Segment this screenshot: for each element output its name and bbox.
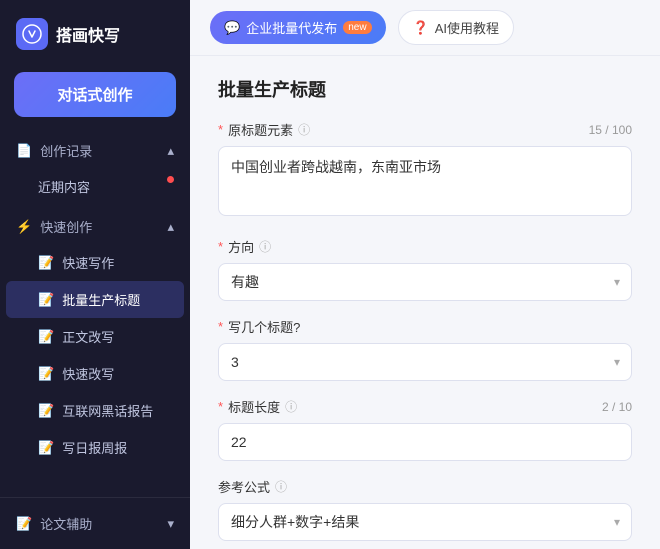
required-star: * [218, 122, 223, 137]
form-group-formula: 参考公式 ⓘ 细分人群+数字+结果 问题+解决方案 数字+干货 对比+反差 ▾ [218, 477, 632, 541]
file-icon: 📄 [16, 143, 32, 159]
chevron-down-icon: ▾ [167, 516, 174, 532]
form-group-original: * 原标题元素 ⓘ 15 / 100 [218, 120, 632, 221]
logo-text: 搭画快写 [56, 22, 120, 46]
batch-title-icon: 📝 [38, 292, 54, 308]
batch-publish-label: 企业批量代发布 [246, 18, 337, 37]
section-label-quick: 快速创作 [40, 217, 92, 236]
daily-report-label: 写日报周报 [62, 438, 127, 457]
form-group-count: * 写几个标题? 1 2 3 5 10 ▾ [218, 317, 632, 381]
question-icon: ❓ [413, 20, 429, 36]
direction-info-icon: ⓘ [259, 238, 271, 255]
original-info-icon: ⓘ [298, 121, 310, 138]
thesis-label: 论文辅助 [40, 514, 92, 533]
direction-select-wrap: 有趣 严肃 情感 新闻 ▾ [218, 263, 632, 301]
notification-dot [167, 176, 174, 183]
count-field-label: 写几个标题? [228, 317, 300, 336]
length-counter: 2 / 10 [602, 400, 632, 414]
direction-required-star: * [218, 239, 223, 254]
dialog-create-button[interactable]: 对话式创作 [14, 72, 176, 117]
section-header-thesis[interactable]: 📝 论文辅助 ▾ [0, 506, 190, 541]
section-header-quick-create[interactable]: ⚡ 快速创作 ▴ [0, 209, 190, 244]
sidebar-item-rewrite[interactable]: 📝 正文改写 [6, 318, 184, 355]
sidebar-item-quick-copy[interactable]: 📝 快速改写 [6, 355, 184, 392]
chevron-up-icon: ▴ [167, 143, 174, 159]
length-required-star: * [218, 399, 223, 414]
logo: 搭画快写 [0, 0, 190, 64]
count-select[interactable]: 1 2 3 5 10 [218, 343, 632, 381]
direction-select[interactable]: 有趣 严肃 情感 新闻 [218, 263, 632, 301]
form-group-length: * 标题长度 ⓘ 2 / 10 [218, 397, 632, 461]
main-content: 💬 企业批量代发布 new ❓ AI使用教程 批量生产标题 * 原标题元素 ⓘ … [190, 0, 660, 549]
length-input[interactable] [218, 423, 632, 461]
formula-label: 参考公式 ⓘ [218, 477, 632, 496]
sidebar-item-recent-content[interactable]: 近期内容 [6, 168, 184, 205]
sidebar-item-quick-write[interactable]: 📝 快速写作 [6, 244, 184, 281]
internet-report-icon: 📝 [38, 403, 54, 419]
sidebar-item-internet-report[interactable]: 📝 互联网黑话报告 [6, 392, 184, 429]
form-group-direction: * 方向 ⓘ 有趣 严肃 情感 新闻 ▾ [218, 237, 632, 301]
length-field-label: 标题长度 [228, 397, 280, 416]
direction-field-label: 方向 [228, 237, 254, 256]
ai-tutorial-button[interactable]: ❓ AI使用教程 [398, 10, 514, 45]
daily-report-icon: 📝 [38, 440, 54, 456]
count-required-star: * [218, 319, 223, 334]
batch-publish-button[interactable]: 💬 企业批量代发布 new [210, 11, 386, 44]
formula-select-wrap: 细分人群+数字+结果 问题+解决方案 数字+干货 对比+反差 ▾ [218, 503, 632, 541]
rewrite-label: 正文改写 [62, 327, 114, 346]
formula-select[interactable]: 细分人群+数字+结果 问题+解决方案 数字+干货 对比+反差 [218, 503, 632, 541]
logo-icon [16, 18, 48, 50]
new-badge: new [343, 21, 371, 34]
original-field-label: 原标题元素 [228, 120, 293, 139]
length-label: * 标题长度 ⓘ 2 / 10 [218, 397, 632, 416]
section-quick-create: ⚡ 快速创作 ▴ 📝 快速写作 📝 批量生产标题 📝 正文改写 📝 快速改写 📝… [0, 209, 190, 470]
count-label: * 写几个标题? [218, 317, 632, 336]
thesis-icon: 📝 [16, 516, 32, 532]
recent-content-label: 近期内容 [38, 177, 90, 196]
original-counter: 15 / 100 [589, 123, 632, 137]
sidebar-item-daily-report[interactable]: 📝 写日报周报 [6, 429, 184, 466]
section-thesis: 📝 论文辅助 ▾ [0, 497, 190, 549]
batch-title-label: 批量生产标题 [62, 290, 140, 309]
rewrite-icon: 📝 [38, 329, 54, 345]
form-area: 批量生产标题 * 原标题元素 ⓘ 15 / 100 * 方向 ⓘ 有趣 严肃 [190, 56, 660, 549]
internet-report-label: 互联网黑话报告 [62, 401, 153, 420]
section-header-creation-records[interactable]: 📄 创作记录 ▴ [0, 133, 190, 168]
quick-copy-label: 快速改写 [62, 364, 114, 383]
section-creation-records: 📄 创作记录 ▴ 近期内容 [0, 133, 190, 209]
quick-create-icon: ⚡ [16, 219, 32, 235]
quick-write-label: 快速写作 [62, 253, 114, 272]
quick-copy-icon: 📝 [38, 366, 54, 382]
quick-write-icon: 📝 [38, 255, 54, 271]
topbar: 💬 企业批量代发布 new ❓ AI使用教程 [190, 0, 660, 56]
original-textarea[interactable] [218, 146, 632, 216]
sidebar: 搭画快写 对话式创作 📄 创作记录 ▴ 近期内容 ⚡ 快速创作 ▴ 📝 快速写作 [0, 0, 190, 549]
length-info-icon: ⓘ [285, 398, 297, 415]
direction-label: * 方向 ⓘ [218, 237, 632, 256]
page-title: 批量生产标题 [218, 76, 632, 102]
chevron-up-icon-2: ▴ [167, 219, 174, 235]
count-select-wrap: 1 2 3 5 10 ▾ [218, 343, 632, 381]
section-label-creation: 创作记录 [40, 141, 92, 160]
sidebar-item-batch-title[interactable]: 📝 批量生产标题 [6, 281, 184, 318]
ai-tutorial-label: AI使用教程 [435, 18, 499, 37]
formula-info-icon: ⓘ [275, 478, 287, 495]
original-label: * 原标题元素 ⓘ 15 / 100 [218, 120, 632, 139]
batch-icon: 💬 [224, 20, 240, 36]
formula-field-label: 参考公式 [218, 477, 270, 496]
